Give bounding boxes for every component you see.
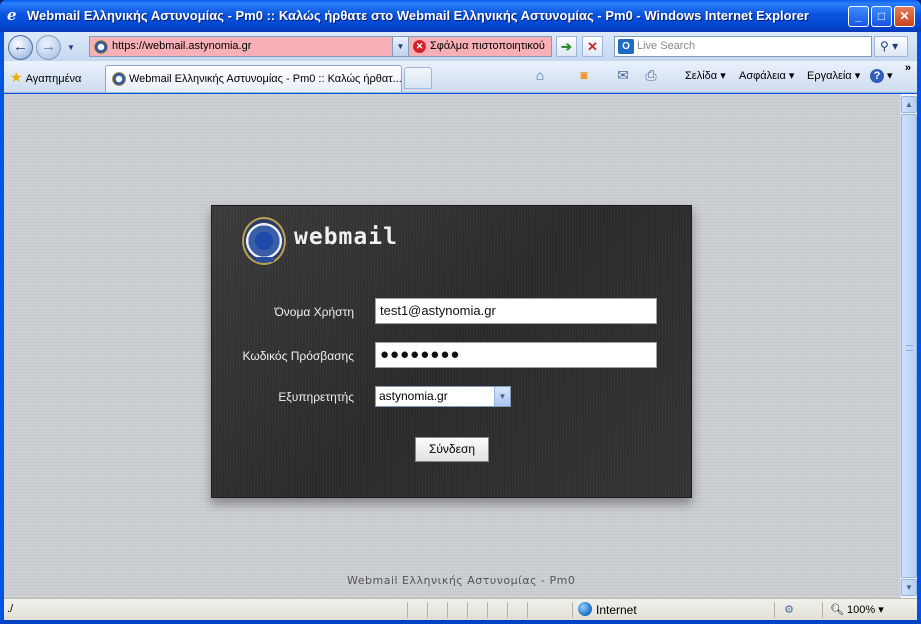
- server-select[interactable]: astynomia.gr ▼: [375, 386, 511, 407]
- safety-menu-label: Ασφάλεια: [739, 70, 786, 82]
- scroll-up-icon[interactable]: ▲: [901, 96, 917, 113]
- help-icon: ?: [870, 69, 884, 83]
- page-footer: Webmail Ελληνικής Αστυνομίας - Pm0: [347, 574, 576, 587]
- scroll-down-icon[interactable]: ▼: [901, 579, 917, 596]
- address-field[interactable]: https://webmail.astynomia.gr ▼: [89, 36, 409, 57]
- scroll-grip-icon: [906, 345, 913, 351]
- protected-mode-icon[interactable]: ⚙: [780, 601, 798, 619]
- status-divider: [487, 602, 488, 618]
- status-divider: [774, 602, 775, 618]
- back-button[interactable]: ←: [8, 35, 33, 60]
- home-icon[interactable]: ⌂: [531, 66, 549, 84]
- search-input[interactable]: O Live Search: [614, 36, 872, 57]
- new-tab-button[interactable]: [404, 67, 432, 89]
- police-logo-icon: [242, 217, 286, 265]
- search-button[interactable]: ⚲ ▾: [874, 36, 908, 57]
- tab-title: Webmail Ελληνικής Αστυνομίας - Pm0 :: Κα…: [129, 73, 402, 85]
- browser-window: e Webmail Ελληνικής Αστυνομίας - Pm0 :: …: [0, 0, 921, 624]
- zoom-level: 100%: [847, 604, 876, 616]
- history-dropdown-icon[interactable]: ▼: [67, 43, 75, 52]
- status-divider: [527, 602, 528, 618]
- go-button[interactable]: ➔: [556, 36, 577, 57]
- status-divider: [467, 602, 468, 618]
- help-menu[interactable]: ? ▾: [870, 69, 893, 83]
- address-bar-row: ← → ▼ https://webmail.astynomia.gr ▼ ✕ Σ…: [4, 32, 917, 61]
- username-label: Όνομα Χρήστη: [274, 305, 354, 319]
- status-text: ./: [7, 603, 14, 615]
- vertical-scrollbar[interactable]: ▲ ▼: [900, 94, 917, 598]
- status-divider: [427, 602, 428, 618]
- password-field[interactable]: ●●●●●●●●: [375, 342, 657, 368]
- certificate-error-label: Σφάλμα πιστοποιητικού: [430, 40, 545, 52]
- site-favicon-icon: [94, 40, 108, 54]
- address-url: https://webmail.astynomia.gr: [112, 40, 252, 52]
- window-bottom-frame: [0, 620, 921, 624]
- window-title: Webmail Ελληνικής Αστυνομίας - Pm0 :: Κα…: [27, 8, 809, 23]
- internet-globe-icon: [578, 602, 592, 616]
- status-bar: ./ Internet ⚙ 🔍︎ 100% ▾: [4, 598, 917, 620]
- ie-logo-icon: e: [7, 6, 17, 24]
- favorites-star-icon: ★: [10, 69, 23, 85]
- maximize-button[interactable]: □: [871, 6, 892, 27]
- username-field[interactable]: test1@astynomia.gr: [375, 298, 657, 324]
- tools-menu[interactable]: Εργαλεία ▾: [807, 69, 860, 82]
- stop-button[interactable]: ✕: [582, 36, 603, 57]
- search-placeholder: Live Search: [637, 40, 696, 52]
- page-menu[interactable]: Σελίδα ▾: [685, 69, 726, 82]
- zone-label: Internet: [596, 603, 637, 617]
- server-select-value: astynomia.gr: [379, 389, 448, 403]
- scroll-thumb[interactable]: [901, 114, 917, 578]
- status-divider: [572, 602, 573, 618]
- zoom-control[interactable]: 🔍︎ 100% ▾: [830, 603, 884, 616]
- password-label: Κωδικός Πρόσβασης: [242, 349, 355, 363]
- page-content: webmail Όνομα Χρήστη test1@astynomia.gr …: [4, 94, 900, 598]
- more-commands-chevron-icon[interactable]: »: [905, 62, 911, 74]
- live-search-icon: O: [618, 39, 634, 54]
- tools-menu-label: Εργαλεία: [807, 70, 852, 82]
- login-button[interactable]: Σύνδεση: [415, 437, 489, 462]
- server-label: Εξυπηρετητής: [278, 390, 354, 404]
- status-divider: [407, 602, 408, 618]
- command-bar: ★ Αγαπημένα Webmail Ελληνικής Αστυνομίας …: [4, 61, 917, 93]
- status-divider: [822, 602, 823, 618]
- print-icon[interactable]: ⎙: [642, 66, 660, 84]
- read-mail-icon[interactable]: ✉: [614, 66, 632, 84]
- certificate-error-icon: ✕: [413, 40, 426, 53]
- security-zone[interactable]: Internet: [578, 602, 637, 617]
- webmail-brand: webmail: [294, 224, 398, 250]
- login-panel: webmail Όνομα Χρήστη test1@astynomia.gr …: [211, 205, 692, 498]
- title-bar: e Webmail Ελληνικής Αστυνομίας - Pm0 :: …: [0, 0, 921, 32]
- status-divider: [507, 602, 508, 618]
- forward-button[interactable]: →: [36, 35, 61, 60]
- status-divider: [447, 602, 448, 618]
- favorites-label: Αγαπημένα: [25, 73, 82, 85]
- safety-menu[interactable]: Ασφάλεια ▾: [739, 69, 794, 82]
- feeds-icon[interactable]: ◙: [575, 66, 593, 84]
- minimize-button[interactable]: _: [848, 6, 869, 27]
- page-menu-label: Σελίδα: [685, 70, 718, 82]
- tab-favicon-icon: [112, 72, 126, 86]
- favorites-button[interactable]: ★ Αγαπημένα: [10, 69, 81, 86]
- certificate-error-button[interactable]: ✕ Σφάλμα πιστοποιητικού: [409, 36, 552, 57]
- tab-current[interactable]: Webmail Ελληνικής Αστυνομίας - Pm0 :: Κα…: [105, 65, 402, 92]
- close-button[interactable]: ✕: [894, 6, 915, 27]
- address-dropdown-icon[interactable]: ▼: [392, 37, 408, 56]
- server-dropdown-icon[interactable]: ▼: [494, 387, 510, 406]
